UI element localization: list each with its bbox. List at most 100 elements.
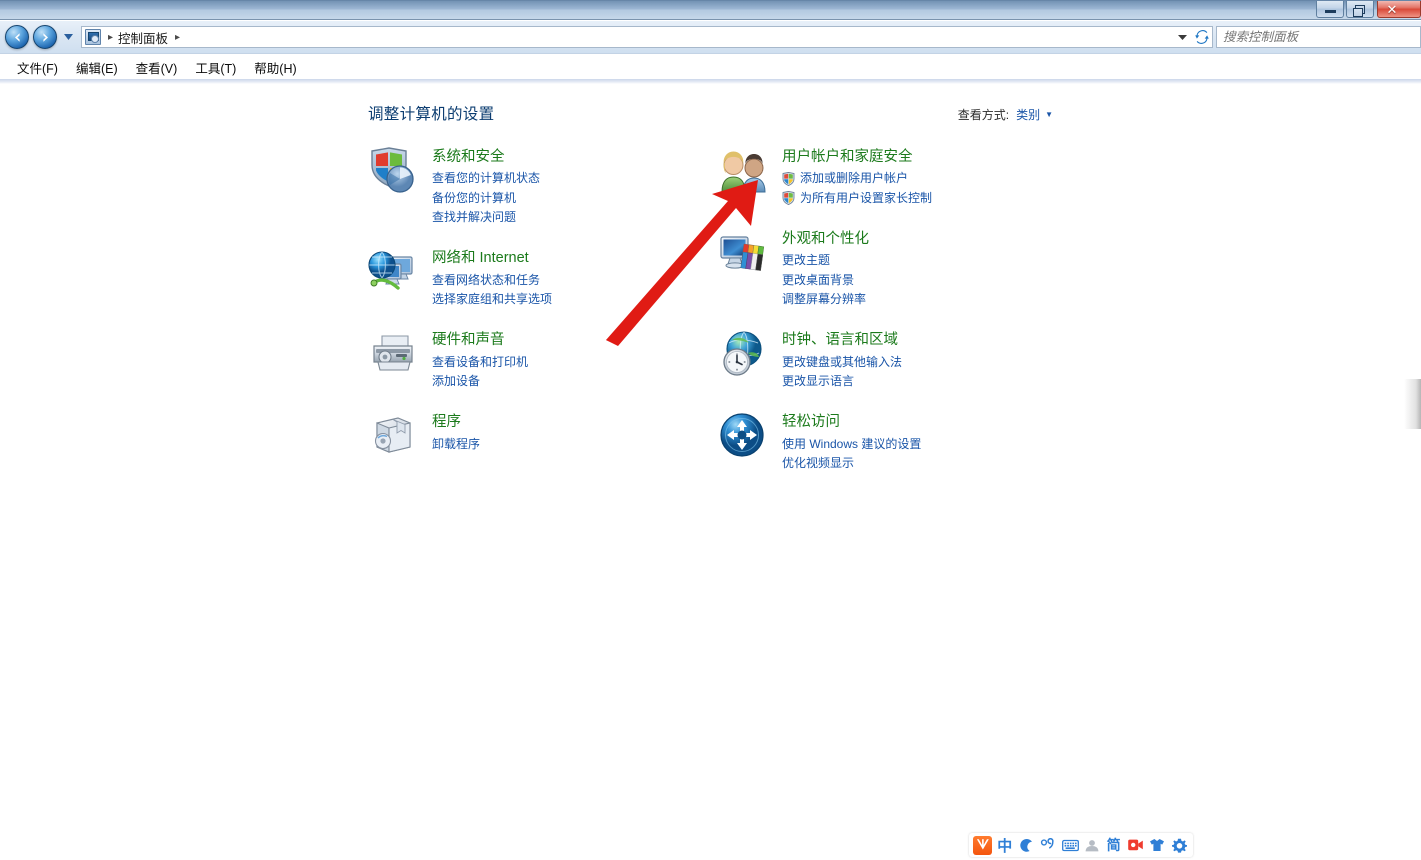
ease-of-access-icon[interactable] xyxy=(718,411,766,459)
category-link[interactable]: 优化视频显示 xyxy=(782,454,921,473)
skin-icon[interactable] xyxy=(1146,835,1168,855)
category-column-left: 系统和安全 查看您的计算机状态 备份您的计算机 查找并解决问题 网络和 Inte… xyxy=(368,146,698,479)
category-link[interactable]: 更改键盘或其他输入法 xyxy=(782,353,902,372)
category-link[interactable]: 查看设备和打印机 xyxy=(432,353,528,372)
annotation-arrow-icon xyxy=(606,180,758,346)
chinese-mode-icon[interactable]: 中 xyxy=(994,835,1016,855)
category-title[interactable]: 硬件和声音 xyxy=(432,331,505,349)
category-title[interactable]: 用户帐户和家庭安全 xyxy=(782,148,913,166)
menu-item-view[interactable]: 查看(V) xyxy=(127,56,187,79)
hardware-sound-icon[interactable] xyxy=(368,329,416,377)
category-link-label: 添加或删除用户帐户 xyxy=(800,171,909,186)
breadcrumb-separator-icon: ▸ xyxy=(108,31,114,43)
window-title-bar: ✕ xyxy=(0,0,1421,20)
category-body: 网络和 Internet 查看网络状态和任务 选择家庭组和共享选项 xyxy=(432,247,552,309)
breadcrumb-separator-trailing-icon[interactable]: ▸ xyxy=(175,32,180,43)
programs-icon[interactable] xyxy=(368,411,416,459)
category-title[interactable]: 时钟、语言和区域 xyxy=(782,331,898,349)
category-link[interactable]: 为所有用户设置家长控制 xyxy=(782,189,932,208)
back-arrow-icon xyxy=(11,31,24,44)
control-panel-content: 调整计算机的设置 查看方式: 类别 ▼ 系统和安全 查看您的计算机状态 备份您的… xyxy=(0,84,1421,860)
user-accounts-icon[interactable] xyxy=(718,146,766,194)
category-link[interactable]: 查找并解决问题 xyxy=(432,208,540,227)
simplified-chinese-icon[interactable]: 简 xyxy=(1103,835,1125,855)
voice-input-icon[interactable] xyxy=(1125,835,1147,855)
category-body: 时钟、语言和区域 更改键盘或其他输入法 更改显示语言 xyxy=(782,329,902,391)
category-network-and-internet: 网络和 Internet 查看网络状态和任务 选择家庭组和共享选项 xyxy=(368,247,698,309)
sogou-logo-icon[interactable]: ᗐ xyxy=(972,835,994,855)
chevron-down-icon[interactable]: ▼ xyxy=(1045,110,1053,119)
forward-arrow-icon xyxy=(39,31,52,44)
category-title[interactable]: 轻松访问 xyxy=(782,413,840,431)
category-title[interactable]: 系统和安全 xyxy=(432,148,505,166)
category-title[interactable]: 网络和 Internet xyxy=(432,249,529,267)
category-body: 硬件和声音 查看设备和打印机 添加设备 xyxy=(432,329,528,391)
category-body: 轻松访问 使用 Windows 建议的设置 优化视频显示 xyxy=(782,411,921,473)
settings-gear-icon[interactable] xyxy=(1168,835,1190,855)
uac-shield-icon xyxy=(782,171,795,186)
view-by-value[interactable]: 类别 xyxy=(1016,106,1040,123)
category-user-accounts-and-family-safety: 用户帐户和家庭安全 添加或删除用户帐户 为所有用户设置家长控制 xyxy=(718,146,1058,208)
category-clock-language-and-region: 时钟、语言和区域 更改键盘或其他输入法 更改显示语言 xyxy=(718,329,1058,391)
menu-item-file[interactable]: 文件(F) xyxy=(8,56,67,79)
category-link[interactable]: 更改主题 xyxy=(782,251,869,270)
window-controls: ✕ xyxy=(1314,1,1421,19)
minimize-button[interactable] xyxy=(1316,1,1344,18)
moon-icon[interactable] xyxy=(1016,835,1038,855)
soft-keyboard-icon[interactable] xyxy=(1059,835,1081,855)
minimize-icon xyxy=(1324,10,1336,13)
category-link[interactable]: 查看网络状态和任务 xyxy=(432,271,552,290)
chevron-down-icon xyxy=(1177,34,1187,40)
category-link[interactable]: 添加或删除用户帐户 xyxy=(782,169,932,188)
clock-language-region-icon[interactable] xyxy=(718,329,766,377)
network-internet-icon[interactable] xyxy=(368,247,416,295)
category-link[interactable]: 更改桌面背景 xyxy=(782,271,869,290)
search-input[interactable] xyxy=(1223,27,1420,47)
close-button[interactable]: ✕ xyxy=(1377,1,1421,18)
category-link[interactable]: 添加设备 xyxy=(432,372,528,391)
address-history-dropdown[interactable] xyxy=(1173,26,1191,48)
recent-pages-dropdown[interactable] xyxy=(62,34,75,40)
punctuation-icon[interactable] xyxy=(1037,835,1059,855)
menu-bar: 文件(F) 编辑(E) 查看(V) 工具(T) 帮助(H) xyxy=(0,55,1421,79)
category-link[interactable]: 调整屏幕分辨率 xyxy=(782,290,869,309)
back-button[interactable] xyxy=(5,25,29,49)
restore-icon xyxy=(1353,4,1365,17)
security-shield-icon[interactable] xyxy=(368,146,416,194)
address-bar[interactable]: ▸ 控制面板 ▸ xyxy=(81,26,1173,48)
category-system-and-security: 系统和安全 查看您的计算机状态 备份您的计算机 查找并解决问题 xyxy=(368,146,698,227)
refresh-button[interactable] xyxy=(1191,26,1213,48)
category-programs: 程序 卸载程序 xyxy=(368,411,698,459)
category-column-right: 用户帐户和家庭安全 添加或删除用户帐户 为所有用户设置家长控制 外观和个性化 更… xyxy=(718,146,1058,493)
category-link-label: 为所有用户设置家长控制 xyxy=(800,190,933,205)
category-link[interactable]: 查看您的计算机状态 xyxy=(432,169,540,188)
category-link[interactable]: 备份您的计算机 xyxy=(432,189,540,208)
user-icon[interactable] xyxy=(1081,835,1103,855)
category-link[interactable]: 更改显示语言 xyxy=(782,372,902,391)
refresh-icon xyxy=(1194,30,1209,44)
category-hardware-and-sound: 硬件和声音 查看设备和打印机 添加设备 xyxy=(368,329,698,391)
navigation-bar: ▸ 控制面板 ▸ xyxy=(0,21,1421,54)
menu-item-edit[interactable]: 编辑(E) xyxy=(67,56,127,79)
category-appearance-and-personalization: 外观和个性化 更改主题 更改桌面背景 调整屏幕分辨率 xyxy=(718,228,1058,309)
category-ease-of-access: 轻松访问 使用 Windows 建议的设置 优化视频显示 xyxy=(718,411,1058,473)
category-title[interactable]: 外观和个性化 xyxy=(782,230,869,248)
menu-item-help[interactable]: 帮助(H) xyxy=(245,56,305,79)
category-link[interactable]: 选择家庭组和共享选项 xyxy=(432,290,552,309)
category-body: 程序 卸载程序 xyxy=(432,411,480,459)
appearance-personalization-icon[interactable] xyxy=(718,228,766,276)
scrollbar-thumb[interactable] xyxy=(1404,379,1421,429)
category-link[interactable]: 卸载程序 xyxy=(432,435,480,454)
forward-button[interactable] xyxy=(33,25,57,49)
menu-item-tools[interactable]: 工具(T) xyxy=(186,56,245,79)
view-by-label: 查看方式: xyxy=(957,108,1010,122)
page-title: 调整计算机的设置 xyxy=(368,106,495,123)
search-box[interactable] xyxy=(1216,26,1421,48)
close-icon: ✕ xyxy=(1386,1,1398,17)
breadcrumb-control-panel[interactable]: 控制面板 xyxy=(118,28,168,47)
maximize-restore-button[interactable] xyxy=(1346,1,1374,18)
category-link[interactable]: 使用 Windows 建议的设置 xyxy=(782,435,921,454)
control-panel-icon xyxy=(85,29,101,45)
chevron-down-icon xyxy=(64,34,73,40)
category-title[interactable]: 程序 xyxy=(432,413,461,431)
